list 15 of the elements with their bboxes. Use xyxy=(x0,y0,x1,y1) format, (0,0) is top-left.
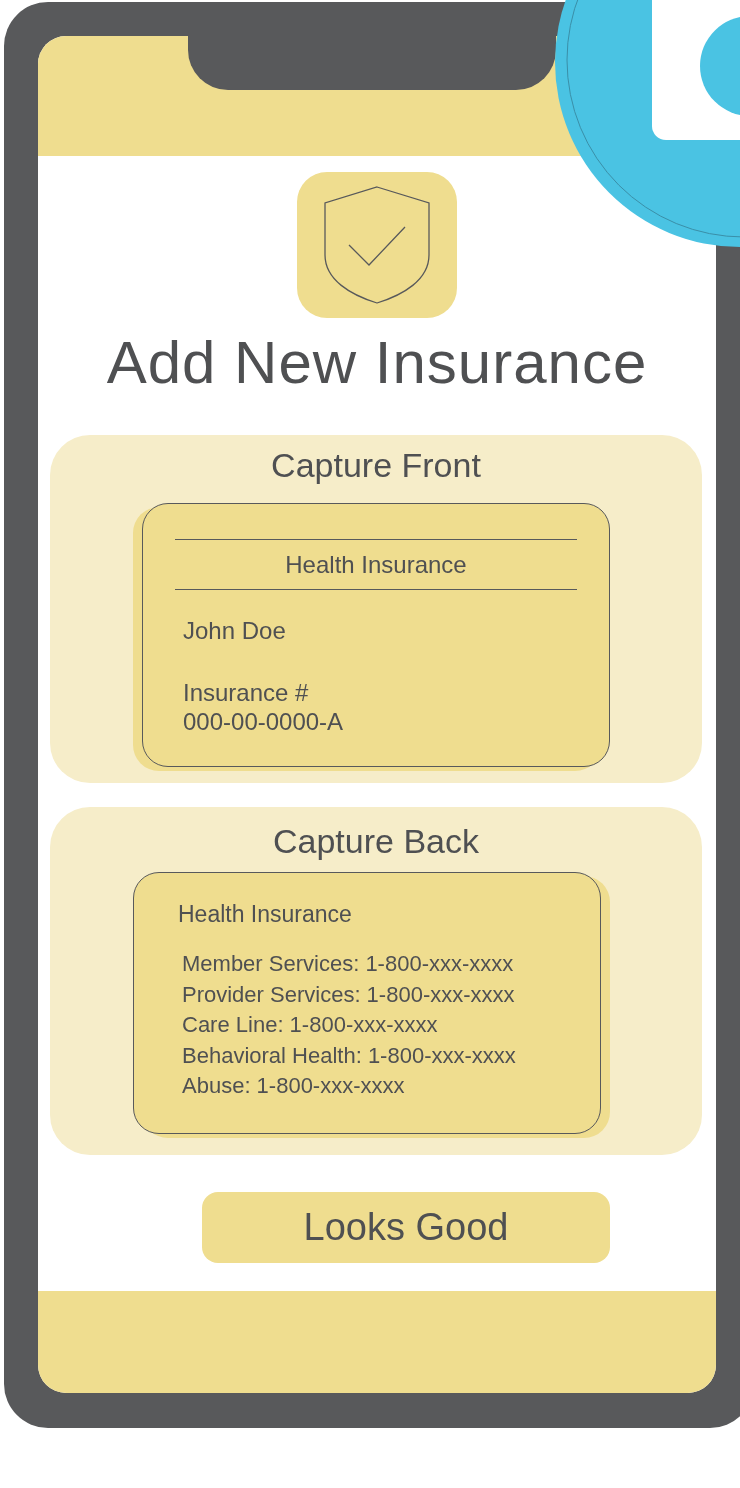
shield-check-icon xyxy=(323,185,431,305)
card-title: Health Insurance xyxy=(285,549,467,580)
insurance-number: 000-00-0000-A xyxy=(183,708,345,736)
contact-line: Behavioral Health: 1-800-xxx-xxxx xyxy=(182,1041,517,1070)
card-title: Health Insurance xyxy=(178,900,353,929)
contact-line: Provider Services: 1-800-xxx-xxxx xyxy=(182,980,516,1009)
page-title: Add New Insurance xyxy=(106,328,648,398)
contact-line: Care Line: 1-800-xxx-xxxx xyxy=(182,1011,439,1039)
holder-name: John Doe xyxy=(183,616,287,646)
section-heading: Capture Front xyxy=(271,445,481,485)
section-heading: Capture Back xyxy=(273,821,479,861)
contact-line: Member Services: 1-800-xxx-xxxx xyxy=(182,950,515,978)
insurance-number-label: Insurance # xyxy=(183,678,310,708)
contact-line: Abuse: 1-800-xxx-xxxx xyxy=(182,1072,406,1100)
looks-good-button[interactable]: Looks Good xyxy=(202,1192,610,1263)
